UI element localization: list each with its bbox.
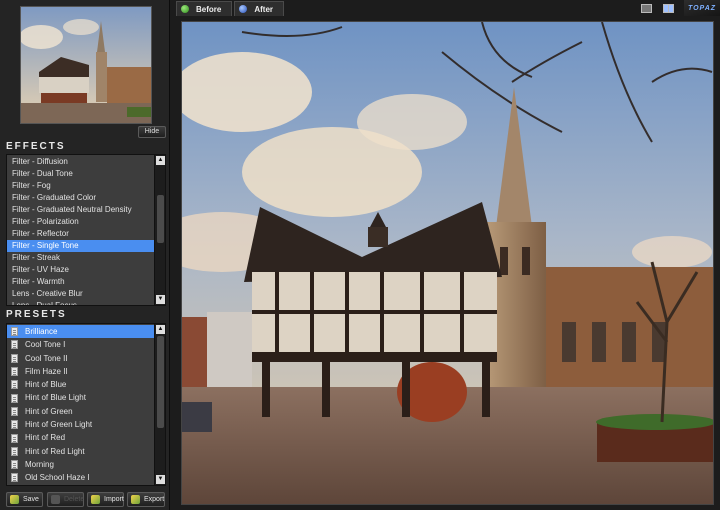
effects-list: Filter - Diffusion Filter - Dual Tone Filt…	[6, 154, 166, 306]
navigator-thumbnail-image	[21, 7, 151, 123]
export-button[interactable]: Export	[127, 492, 165, 507]
preset-file-icon	[11, 420, 18, 430]
scroll-down-arrow-icon[interactable]: ▼	[156, 295, 165, 304]
effect-item[interactable]: Filter - Diffusion	[7, 156, 154, 168]
preset-item[interactable]: Hint of Red Light	[7, 445, 154, 458]
preview-photo-drawing	[182, 22, 713, 504]
split-view-icon[interactable]	[663, 4, 674, 13]
preset-item[interactable]: Cool Tone I	[7, 338, 154, 351]
save-button[interactable]: Save	[6, 492, 43, 507]
preset-item-label: Cool Tone II	[25, 353, 68, 363]
preset-item-label: Hint of Green	[25, 406, 73, 416]
effect-item[interactable]: Filter - Streak	[7, 252, 154, 264]
single-view-icon[interactable]	[641, 4, 652, 13]
effect-item[interactable]: Filter - Dual Tone	[7, 168, 154, 180]
preset-item-label: Hint of Red Light	[25, 446, 85, 456]
preset-file-icon	[11, 460, 18, 470]
effects-heading: EFFECTS	[6, 141, 66, 152]
preset-actions-bar: Save Delete Import Export	[0, 491, 170, 510]
preset-file-icon	[11, 393, 18, 403]
tab-after[interactable]: After	[234, 1, 285, 16]
import-button[interactable]: Import	[87, 492, 124, 507]
tab-before-label: Before	[196, 4, 222, 14]
preset-file-icon	[11, 473, 18, 483]
scroll-down-arrow-icon[interactable]: ▼	[156, 475, 165, 484]
effect-item[interactable]: Filter - Reflector	[7, 228, 154, 240]
import-icon	[91, 495, 100, 504]
preset-item[interactable]: Hint of Red	[7, 431, 154, 444]
preset-item[interactable]: Hint of Green Light	[7, 418, 154, 431]
before-indicator-icon	[181, 5, 189, 13]
presets-scrollbar[interactable]: ▲ ▼	[154, 324, 165, 485]
effect-item[interactable]: Lens - Creative Blur	[7, 288, 154, 300]
effect-item[interactable]: Filter - Fog	[7, 180, 154, 192]
presets-scroll-thumb[interactable]	[157, 336, 164, 428]
preset-item-label: Cool Tone I	[25, 340, 66, 350]
tab-before[interactable]: Before	[176, 1, 233, 16]
effect-item[interactable]: Filter - Polarization	[7, 216, 154, 228]
effects-scroll-thumb[interactable]	[157, 195, 164, 243]
delete-button[interactable]: Delete	[47, 492, 84, 507]
preset-file-icon	[11, 367, 18, 377]
presets-list-items: Brilliance Cool Tone I Cool Tone II Film Ha…	[7, 325, 154, 485]
preset-file-icon	[11, 406, 18, 416]
presets-list: Brilliance Cool Tone I Cool Tone II Film Ha…	[6, 323, 166, 486]
preset-item[interactable]: Hint of Blue	[7, 378, 154, 391]
delete-icon	[51, 495, 60, 504]
view-tabs: Before After	[176, 1, 286, 16]
preset-item-label: Hint of Green Light	[25, 420, 93, 430]
preset-item[interactable]: Morning	[7, 458, 154, 471]
hide-navigator-button[interactable]: Hide	[138, 126, 166, 138]
preset-item-label: Hint of Red	[25, 433, 66, 443]
navigator-thumbnail[interactable]	[20, 6, 152, 124]
preset-file-icon	[11, 380, 18, 390]
preset-file-icon	[11, 433, 18, 443]
effects-list-items: Filter - Diffusion Filter - Dual Tone Filt…	[7, 156, 154, 305]
preset-item[interactable]: Hint of Blue Light	[7, 391, 154, 404]
preset-item-label: Hint of Blue	[25, 380, 67, 390]
preset-item-label: Hint of Blue Light	[25, 393, 86, 403]
effect-item[interactable]: Filter - Graduated Color	[7, 192, 154, 204]
preset-item[interactable]: Cool Tone II	[7, 352, 154, 365]
app-window: Hide EFFECTS Filter - Diffusion Filter - …	[0, 0, 720, 510]
effect-item[interactable]: Filter - Single Tone	[7, 240, 154, 252]
effect-item[interactable]: Filter - Graduated Neutral Density	[7, 204, 154, 216]
left-panel: Hide EFFECTS Filter - Diffusion Filter - …	[0, 0, 170, 510]
preset-item[interactable]: Brilliance	[7, 325, 154, 339]
preset-item[interactable]: Hint of Green	[7, 405, 154, 418]
effects-scrollbar[interactable]: ▲ ▼	[154, 155, 165, 305]
preset-item-label: Brilliance	[25, 327, 58, 336]
preset-item[interactable]: Old School Haze I	[7, 471, 154, 484]
tab-after-label: After	[254, 4, 274, 14]
effect-item[interactable]: Lens - Dual Focus	[7, 300, 154, 305]
scroll-up-arrow-icon[interactable]: ▲	[156, 325, 165, 334]
preset-item-label: Old School Haze I	[25, 473, 90, 483]
presets-heading: PRESETS	[6, 309, 67, 320]
import-label: Import	[104, 496, 124, 503]
preset-file-icon	[11, 353, 18, 363]
preset-item[interactable]: Film Haze II	[7, 365, 154, 378]
save-label: Save	[23, 496, 39, 503]
after-indicator-icon	[239, 5, 248, 13]
save-icon	[10, 495, 19, 504]
topaz-logo: TOPAZ	[684, 0, 720, 16]
preview-image[interactable]	[181, 21, 714, 505]
delete-label: Delete	[64, 496, 85, 503]
effect-item[interactable]: Filter - Warmth	[7, 276, 154, 288]
export-label: Export	[144, 496, 165, 503]
export-icon	[131, 495, 140, 504]
preset-file-icon	[11, 446, 18, 456]
preset-file-icon	[11, 340, 18, 350]
preset-item-label: Film Haze II	[25, 366, 68, 376]
preset-item-label: Morning	[25, 459, 54, 469]
preset-file-icon	[11, 327, 18, 337]
effect-item[interactable]: Filter - UV Haze	[7, 264, 154, 276]
scroll-up-arrow-icon[interactable]: ▲	[156, 156, 165, 165]
